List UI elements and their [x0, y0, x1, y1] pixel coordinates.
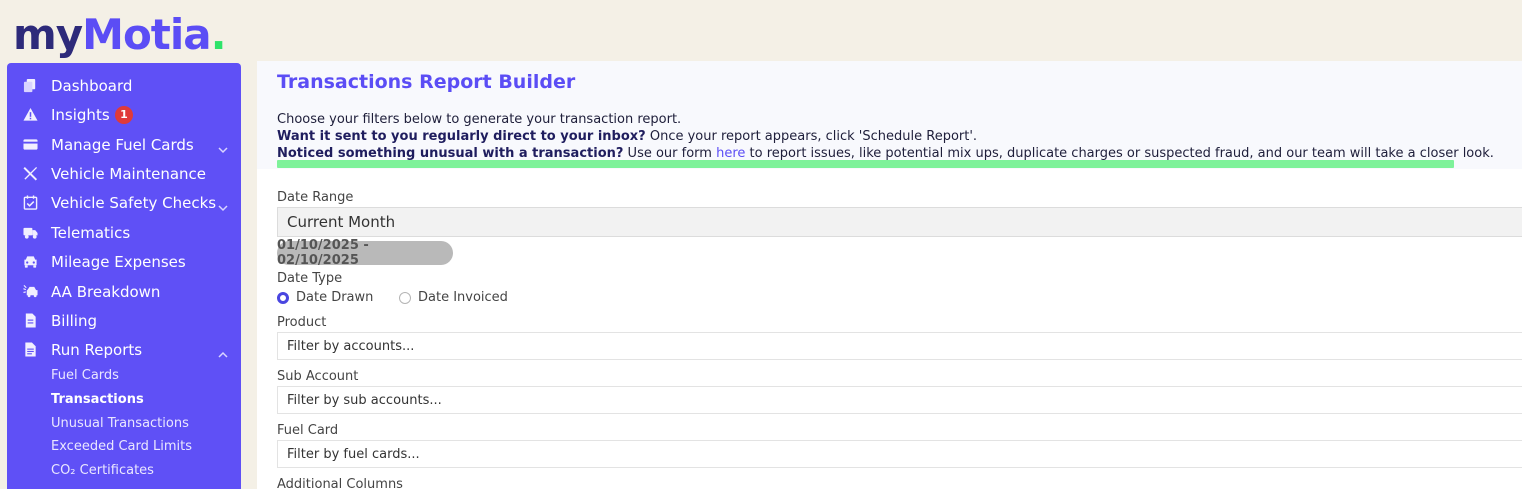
- sidebar-item-label: Run Reports: [51, 340, 143, 359]
- radio-label: Date Drawn: [296, 290, 374, 305]
- sidebar: Dashboard Insights 1 Manage Fuel Cards V…: [7, 63, 241, 489]
- unusual-hint-bold: Noticed something unusual with a transac…: [277, 146, 624, 161]
- reports-subitem-transactions[interactable]: Transactions: [51, 392, 144, 407]
- date-invoiced-radio[interactable]: Date Invoiced: [399, 290, 508, 305]
- insights-count-badge: 1: [115, 105, 133, 124]
- sidebar-item-mileage-expenses[interactable]: Mileage Expenses: [7, 247, 241, 276]
- date-range-display[interactable]: 01/10/2025 - 02/10/2025: [277, 238, 453, 268]
- sidebar-item-vehicle-maintenance[interactable]: Vehicle Maintenance: [7, 159, 241, 188]
- schedule-hint-text: Once your report appears, click 'Schedul…: [645, 129, 978, 144]
- schedule-hint: Want it sent to you regularly direct to …: [277, 129, 977, 144]
- product-label: Product: [277, 315, 327, 330]
- radio-label: Date Invoiced: [418, 290, 508, 305]
- sidebar-item-label: Manage Fuel Cards: [51, 135, 194, 154]
- sidebar-item-insights[interactable]: Insights 1: [7, 100, 241, 129]
- credit-card-icon: [22, 137, 38, 153]
- car-crash-icon: [22, 284, 38, 300]
- sidebar-item-label: Mileage Expenses: [51, 252, 186, 271]
- warning-icon: [22, 107, 38, 123]
- sidebar-item-label: Vehicle Safety Checks: [51, 193, 217, 212]
- radio-unselected-indicator[interactable]: [399, 291, 411, 304]
- sidebar-item-label: Telematics: [51, 223, 131, 242]
- fuel-card-filter-input[interactable]: Filter by fuel cards...: [277, 440, 1522, 468]
- product-filter-input[interactable]: Filter by accounts...: [277, 332, 1522, 360]
- date-range-select[interactable]: Current Month: [277, 207, 1522, 237]
- intro-text: Choose your filters below to generate yo…: [277, 112, 682, 127]
- sub-account-label: Sub Account: [277, 369, 359, 384]
- sidebar-item-aa-breakdown[interactable]: AA Breakdown: [7, 277, 241, 306]
- sidebar-item-label: Vehicle Maintenance: [51, 164, 207, 183]
- reports-subitem-co2-certificates[interactable]: CO₂ Certificates: [51, 463, 154, 478]
- logo-dot: .: [210, 10, 227, 59]
- copy-icon: [22, 78, 38, 94]
- sidebar-item-manage-fuel-cards[interactable]: Manage Fuel Cards: [7, 130, 241, 159]
- chevron-down-icon[interactable]: [218, 140, 228, 153]
- mymotia-logo[interactable]: myMotia.: [13, 10, 227, 60]
- unusual-transaction-hint: Noticed something unusual with a transac…: [277, 146, 1494, 161]
- fuel-card-label: Fuel Card: [277, 423, 339, 438]
- chevron-up-icon[interactable]: [218, 345, 228, 358]
- reports-subitem-unusual-transactions[interactable]: Unusual Transactions: [51, 416, 189, 431]
- unusual-hint-text-before: Use our form: [623, 146, 717, 161]
- reports-subitem-exceeded-card-limits[interactable]: Exceeded Card Limits: [51, 439, 192, 454]
- sidebar-item-label: AA Breakdown: [51, 282, 161, 301]
- date-type-label: Date Type: [277, 271, 343, 286]
- sidebar-item-dashboard[interactable]: Dashboard: [7, 71, 241, 100]
- sub-account-filter-input[interactable]: Filter by sub accounts...: [277, 386, 1522, 414]
- report-form-link[interactable]: here: [716, 146, 745, 161]
- calendar-check-icon: [22, 195, 38, 211]
- sidebar-item-label: Insights: [51, 105, 110, 124]
- report-icon: [22, 342, 38, 358]
- additional-columns-label: Additional Columns: [277, 477, 403, 489]
- tools-icon: [22, 166, 38, 182]
- date-range-label: Date Range: [277, 190, 354, 205]
- page-title: Transactions Report Builder: [277, 71, 576, 93]
- logo-prefix: my: [13, 10, 83, 59]
- chevron-down-icon[interactable]: [218, 198, 228, 211]
- radio-selected-indicator[interactable]: [277, 291, 289, 304]
- sidebar-item-run-reports[interactable]: Run Reports: [7, 335, 241, 364]
- sidebar-item-label: Dashboard: [51, 76, 133, 95]
- schedule-hint-bold: Want it sent to you regularly direct to …: [277, 129, 646, 144]
- sidebar-item-label: Billing: [51, 311, 97, 330]
- sidebar-item-billing[interactable]: Billing: [7, 306, 241, 335]
- highlight-underline: [277, 160, 1454, 168]
- date-drawn-radio[interactable]: Date Drawn: [277, 290, 373, 305]
- reports-subitem-fuel-cards[interactable]: Fuel Cards: [51, 368, 119, 383]
- invoice-icon: [22, 313, 38, 329]
- sidebar-item-telematics[interactable]: Telematics: [7, 218, 241, 247]
- sidebar-item-vehicle-safety-checks[interactable]: Vehicle Safety Checks: [7, 188, 241, 217]
- report-builder-panel: Transactions Report Builder Choose your …: [257, 61, 1522, 489]
- logo-main: Motia: [82, 10, 211, 59]
- unusual-hint-text-after: to report issues, like potential mix ups…: [745, 146, 1494, 161]
- truck-icon: [22, 225, 38, 241]
- car-icon: [22, 254, 38, 270]
